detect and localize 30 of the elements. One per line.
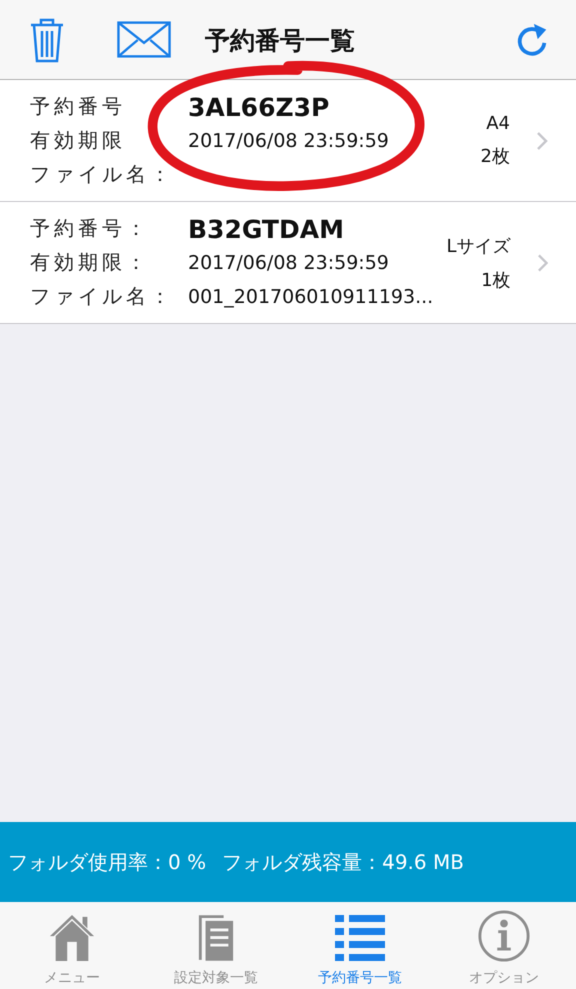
sheet-count: 2枚 <box>480 145 510 168</box>
tab[interactable]: 予約番号一覧 <box>288 902 432 989</box>
field-label: 有効期限： <box>30 248 151 276</box>
reservation-number: B32GTDAM <box>188 214 345 242</box>
field-label: ファイル名： <box>30 282 174 310</box>
list-icon <box>335 913 385 963</box>
paper-size: Lサイズ <box>446 234 511 258</box>
field-label: 有効期限 <box>30 126 127 154</box>
info-icon <box>477 909 531 963</box>
expiry-date: 2017/06/08 23:59:59 <box>188 128 390 154</box>
tab[interactable]: オプション <box>432 902 576 989</box>
file-name: 001_201706010911193... <box>188 284 434 310</box>
house-icon <box>48 913 96 963</box>
mail-icon[interactable] <box>117 21 171 58</box>
chevron-icon <box>536 130 548 150</box>
sheet-count: 1枚 <box>481 268 511 292</box>
tab[interactable]: 設定対象一覧 <box>144 902 288 989</box>
field-label: 予約番号： <box>30 214 151 242</box>
trash-icon[interactable] <box>29 17 65 63</box>
tab[interactable]: メニュー <box>0 902 144 989</box>
expiry-date: 2017/06/08 23:59:59 <box>188 250 390 276</box>
folder-usage: フォルダ使用率：0 % <box>8 848 206 876</box>
paper-size: A4 <box>486 113 510 134</box>
chevron-icon <box>536 252 548 272</box>
field-label: 予約番号 <box>30 92 127 120</box>
field-label: ファイル名： <box>30 160 174 188</box>
reservation-number: 3AL66Z3P <box>188 92 330 120</box>
folder-remaining: フォルダ残容量：49.6 MB <box>222 848 464 876</box>
document-icon <box>197 913 235 963</box>
screen-title: 予約番号一覧 <box>205 25 355 57</box>
